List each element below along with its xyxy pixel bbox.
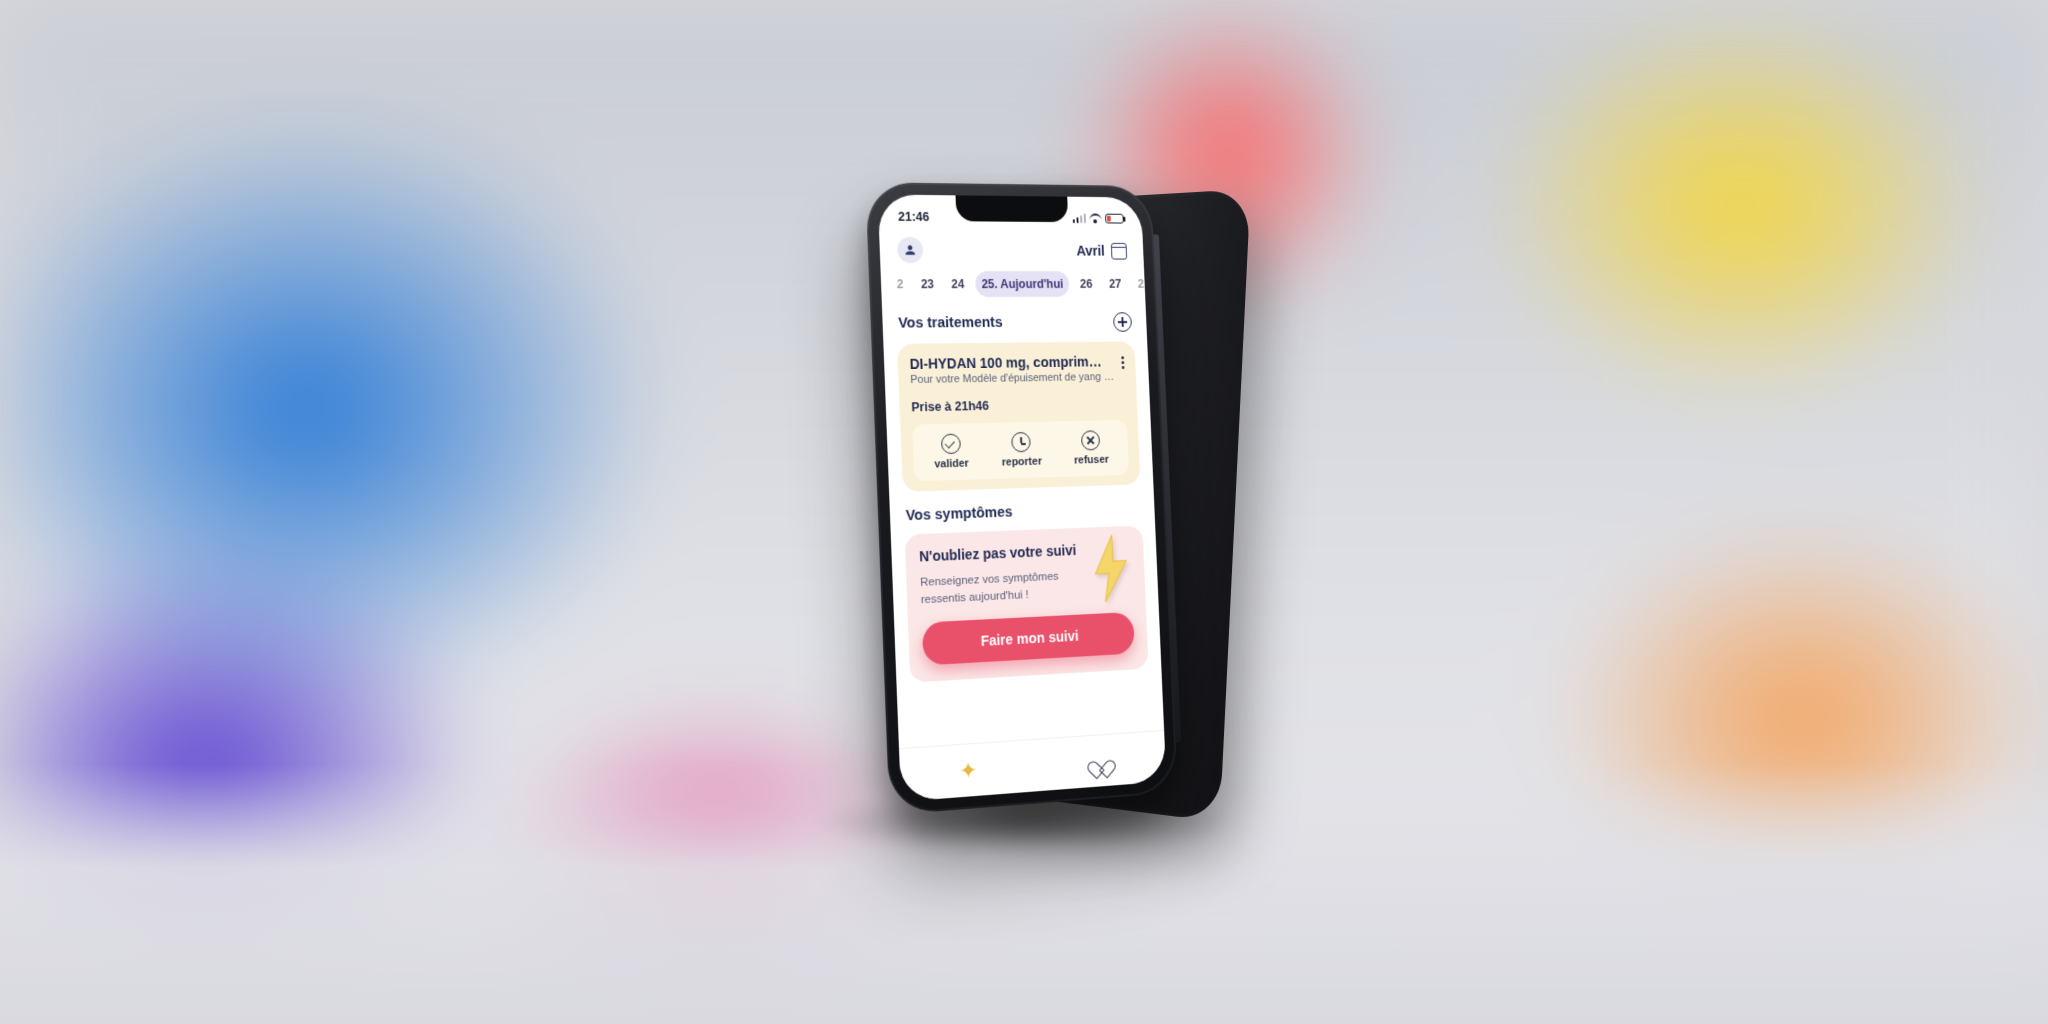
do-followup-button[interactable]: Faire mon suivi	[922, 612, 1135, 666]
date-item[interactable]: 24	[945, 271, 970, 297]
nav-home-icon[interactable]: ✦	[957, 758, 979, 782]
refuse-label: refuser	[1074, 453, 1109, 466]
validate-label: valider	[934, 457, 969, 470]
app-header: Avril	[879, 232, 1144, 271]
date-item[interactable]: 26	[1074, 271, 1099, 297]
symptoms-heading: Vos symptômes	[906, 504, 1013, 524]
check-icon	[941, 433, 961, 454]
profile-avatar[interactable]	[897, 236, 923, 262]
postpone-button[interactable]: reporter	[1001, 431, 1043, 468]
treatment-subtitle: Pour votre Modèle d'épuisement de yang d…	[910, 371, 1117, 386]
cross-icon	[1081, 430, 1100, 450]
nav-heart-icon[interactable]	[1090, 749, 1112, 772]
month-label: Avril	[1076, 242, 1105, 258]
add-treatment-button[interactable]	[1113, 312, 1132, 332]
phone-mockup-scene: 21:46 Avril 2 23 24	[873, 182, 1175, 802]
treatment-title: DI-HYDAN 100 mg, comprim…	[909, 353, 1116, 372]
wifi-icon	[1089, 213, 1101, 223]
validate-button[interactable]: valider	[933, 433, 969, 470]
status-icons	[1072, 213, 1124, 223]
status-time: 21:46	[898, 209, 930, 223]
postpone-label: reporter	[1002, 455, 1043, 468]
main-content: Vos traitements DI-HYDAN 100 mg, comprim…	[882, 308, 1164, 748]
phone-frame: 21:46 Avril 2 23 24	[865, 182, 1178, 815]
symptoms-card: N'oubliez pas votre suivi Renseignez vos…	[905, 525, 1149, 682]
treatment-actions: valider reporter refuser	[912, 419, 1129, 480]
month-selector[interactable]: Avril	[1076, 242, 1127, 259]
date-item-today[interactable]: 25. Aujourd'hui	[975, 271, 1069, 297]
treatment-time: Prise à 21h46	[911, 396, 1126, 414]
more-icon[interactable]	[1121, 353, 1124, 369]
date-item[interactable]: 2	[1132, 271, 1146, 296]
date-strip[interactable]: 2 23 24 25. Aujourd'hui 26 27 2	[881, 271, 1146, 309]
phone-screen: 21:46 Avril 2 23 24	[878, 194, 1167, 801]
clock-icon	[1011, 431, 1031, 451]
treatment-card[interactable]: DI-HYDAN 100 mg, comprim… Pour votre Mod…	[897, 341, 1140, 491]
symptoms-card-subtitle: Renseignez vos symptômes ressentis aujou…	[920, 567, 1084, 608]
notch	[956, 195, 1069, 222]
treatments-heading: Vos traitements	[898, 314, 1003, 331]
battery-icon	[1105, 213, 1124, 223]
symptoms-heading-row: Vos symptômes	[906, 500, 1141, 524]
date-item[interactable]: 2	[890, 271, 909, 297]
refuse-button[interactable]: refuser	[1073, 430, 1109, 466]
signal-icon	[1072, 213, 1086, 223]
date-item[interactable]: 23	[915, 271, 941, 297]
date-item[interactable]: 27	[1103, 271, 1127, 296]
treatments-heading-row: Vos traitements	[898, 312, 1132, 333]
calendar-icon	[1111, 242, 1127, 259]
user-icon	[903, 242, 917, 256]
lightning-icon	[1083, 531, 1138, 605]
